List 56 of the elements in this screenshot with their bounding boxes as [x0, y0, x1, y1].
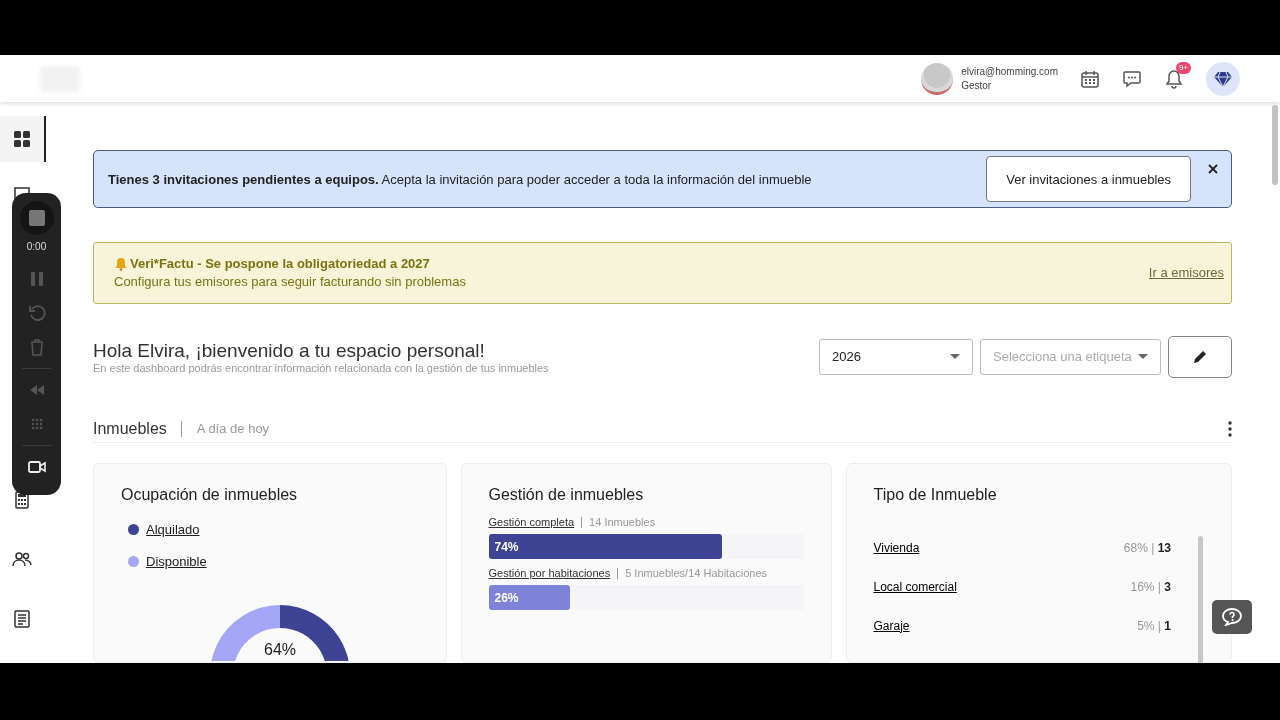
progress-fill: 74%	[488, 534, 722, 559]
card-title: Gestión de inmuebles	[488, 486, 645, 504]
management-detail: 5 Inmuebles/14 Habitaciones	[617, 567, 768, 579]
dashboard-icon	[12, 129, 32, 149]
section-subtitle: A día de hoy	[196, 421, 271, 437]
notification-badge: 9+	[1175, 61, 1191, 74]
user-email: elvira@homming.com	[961, 64, 1058, 79]
management-link[interactable]: Gestión por habitaciones	[488, 567, 611, 579]
management-detail: 14 Inmuebles	[581, 516, 656, 528]
card-title: Ocupación de inmuebles	[121, 486, 299, 504]
section-title: Inmuebles	[93, 420, 182, 437]
type-value: 16% | 3	[1130, 579, 1171, 594]
donut-percent: 64%	[264, 641, 296, 658]
more-icon[interactable]	[1228, 420, 1232, 437]
invitation-message: Tienes 3 invitaciones pendientes a equipos. Acepta la invitación para poder acceder a toda la información del inmueble	[108, 171, 813, 187]
emitters-link[interactable]: Ir a emisores	[1148, 265, 1224, 281]
pencil-icon	[1192, 348, 1208, 365]
camera-icon[interactable]	[27, 458, 46, 476]
stop-button[interactable]	[19, 201, 54, 235]
help-chat-icon[interactable]	[1222, 608, 1242, 626]
chat-icon[interactable]	[1122, 68, 1142, 89]
type-value: 5% | 1	[1137, 618, 1171, 633]
restart-icon[interactable]	[27, 304, 46, 322]
management-link[interactable]: Gestión completa	[488, 516, 575, 528]
stop-icon	[28, 210, 45, 226]
legend-link[interactable]: Alquilado	[146, 521, 200, 537]
document-icon	[12, 609, 32, 629]
caret-icon	[1138, 353, 1148, 360]
legend-link[interactable]: Disponible	[146, 553, 207, 569]
welcome-subtitle: En este dashboard podrás encontrar información relacionada con la gestión de tus inmuebles	[93, 361, 550, 374]
edit-button[interactable]	[1168, 335, 1232, 378]
scrollbar-thumb[interactable]	[1272, 105, 1278, 185]
type-link[interactable]: Local comercial	[873, 579, 957, 594]
type-value: 68% | 13	[1123, 540, 1171, 555]
people-icon	[12, 549, 32, 569]
bell-icon[interactable]	[1164, 68, 1184, 89]
type-link[interactable]: Garaje	[873, 618, 910, 633]
user-role: Gestor	[961, 78, 993, 93]
scrollbar-thumb[interactable]	[1198, 536, 1203, 663]
notice-title: Veri*Factu - Se pospone la obligatoriedad a 2027	[130, 256, 430, 272]
view-invitations-button[interactable]: Ver invitaciones a inmuebles	[986, 156, 1191, 202]
progress-fill: 26%	[488, 585, 571, 610]
bell-icon	[114, 256, 128, 271]
sidebar-item[interactable]	[0, 116, 46, 162]
close-icon[interactable]	[1207, 163, 1219, 175]
calendar-icon[interactable]	[1080, 68, 1100, 89]
welcome-title: Hola Elvira, ¡bienvenido a tu espacio personal!	[93, 339, 486, 362]
user-avatar[interactable]	[921, 62, 954, 95]
account-button[interactable]	[1206, 61, 1240, 96]
help-button[interactable]	[1212, 600, 1252, 634]
type-link[interactable]: Vivienda	[873, 540, 920, 555]
caret-icon	[950, 353, 960, 360]
notice-message: Configura tus emisores para seguir facturando sin problemas	[114, 274, 467, 290]
recording-time: 0:00	[26, 241, 47, 252]
year-select[interactable]: 2026	[819, 338, 973, 375]
card-title: Tipo de Inmueble	[873, 486, 998, 504]
